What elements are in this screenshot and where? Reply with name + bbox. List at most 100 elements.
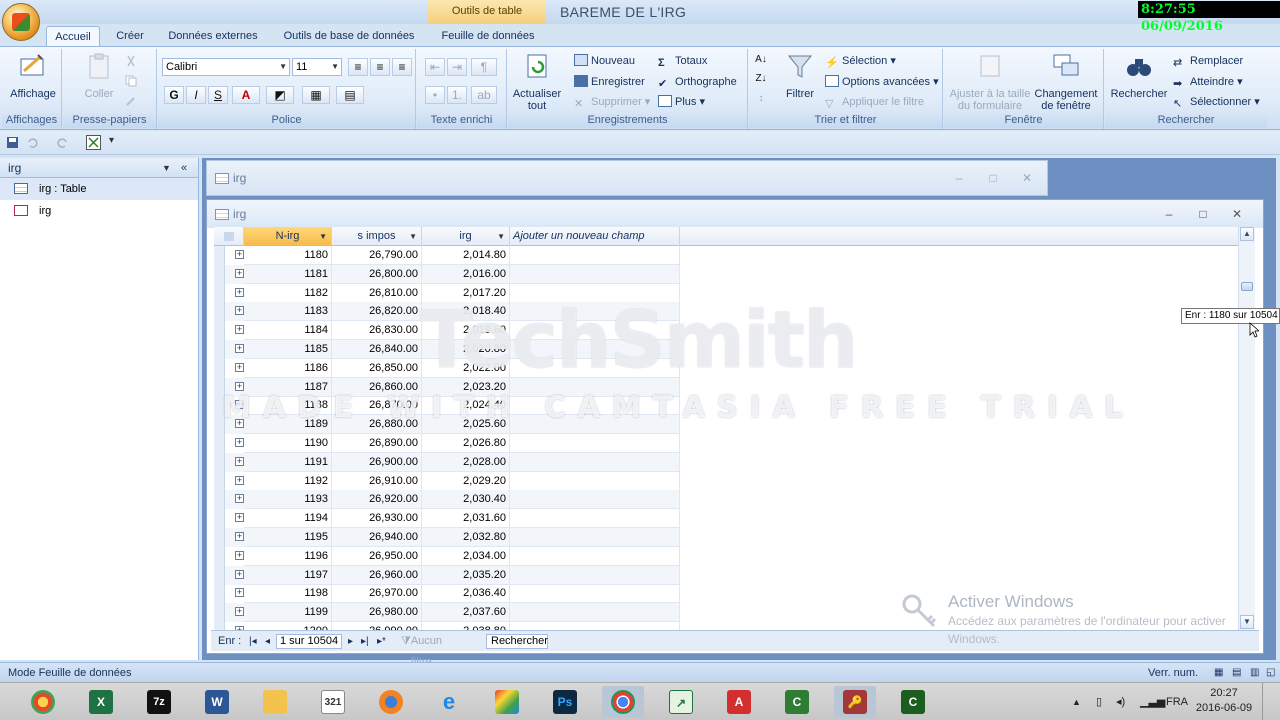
italic-button[interactable]: I [186,86,206,104]
plus-button[interactable]: Plus ▾ [658,93,705,111]
speaker-icon[interactable]: ◂) [1116,683,1125,720]
cell-new-field[interactable] [510,509,680,529]
cell-irg[interactable]: 2,031.60 [422,509,510,529]
expand-row-icon[interactable]: + [235,494,244,504]
taskbar-app-7zip[interactable]: 7z [138,686,180,718]
cell-s-impos[interactable]: 26,800.00 [332,264,422,284]
expand-row-icon[interactable]: + [235,550,244,560]
cell-n-irg[interactable]: 1184 [244,321,332,341]
cell-new-field[interactable] [510,302,680,322]
cell-new-field[interactable] [510,490,680,510]
next-record-icon[interactable]: ▸ [348,631,353,652]
pivot-table-view-icon[interactable]: ▤ [1232,663,1241,683]
redo-icon[interactable] [56,136,69,149]
cell-s-impos[interactable]: 26,840.00 [332,340,422,359]
gridlines-button[interactable]: ▦ [302,86,330,104]
cell-new-field[interactable] [510,603,680,623]
table-row[interactable]: +1194 26,930.00 2,031.60 [214,509,680,529]
save-icon[interactable] [6,136,19,149]
font-size-select[interactable]: 11 ▼ [292,58,342,76]
cell-irg[interactable]: 2,017.20 [422,283,510,303]
taskbar-app-access[interactable]: 🔑 [834,686,876,718]
expand-row-icon[interactable]: + [235,344,244,353]
cell-s-impos[interactable]: 26,790.00 [332,246,422,265]
cell-irg[interactable]: 2,029.20 [422,471,510,491]
cell-n-irg[interactable]: 1196 [244,546,332,566]
cell-new-field[interactable] [510,321,680,341]
ajuster-taille-button[interactable]: Ajuster à la taille du formulaire [946,51,1034,112]
cell-s-impos[interactable]: 26,980.00 [332,603,422,623]
cell-irg[interactable]: 2,022.00 [422,358,510,378]
bullets-button[interactable]: • [425,86,445,104]
row-selector[interactable] [214,528,225,547]
table-row[interactable]: +1184 26,830.00 2,019.60 [214,321,680,341]
close-icon[interactable]: ✕ [1227,200,1247,228]
table-row[interactable]: +1182 26,810.00 2,017.20 [214,283,680,303]
cut-icon[interactable] [125,55,137,67]
align-right-button[interactable]: ≡ [392,58,412,76]
expand-row-icon[interactable]: + [235,456,244,466]
cell-s-impos[interactable]: 26,900.00 [332,452,422,472]
chevron-down-icon[interactable]: ▼ [409,227,417,246]
decrease-indent-button[interactable]: ⇤ [425,58,445,76]
appliquer-filtre-button[interactable]: ▽ Appliquer le filtre [825,93,924,111]
cell-new-field[interactable] [510,471,680,491]
taskbar-app-chrome-alt[interactable] [22,686,64,718]
minimize-icon[interactable]: – [949,161,969,195]
network-icon[interactable]: ▁▃▅ [1140,683,1165,720]
orthographe-button[interactable]: ✔ Orthographe [658,73,737,91]
cell-n-irg[interactable]: 1191 [244,452,332,472]
fill-color-button[interactable]: ◩ [266,86,294,104]
cell-n-irg[interactable]: 1195 [244,528,332,547]
expand-row-icon[interactable]: + [235,287,244,297]
cell-n-irg[interactable]: 1194 [244,509,332,529]
selectionner-button[interactable]: ↖ Sélectionner ▾ [1173,93,1260,111]
table-row[interactable]: +1199 26,980.00 2,037.60 [214,603,680,623]
row-selector[interactable] [214,584,225,604]
expand-row-icon[interactable]: + [235,268,244,278]
expand-row-icon[interactable]: + [235,532,244,541]
table-row[interactable]: +1196 26,950.00 2,034.00 [214,546,680,566]
filter-status[interactable]: ⧩ Aucun filtre [401,631,442,668]
filter-toggle-icon[interactable] [86,135,101,150]
cell-irg[interactable]: 2,026.80 [422,434,510,453]
highlight-button[interactable]: ab [471,86,497,104]
expand-row-icon[interactable]: + [235,569,244,579]
options-avancees-button[interactable]: Options avancées ▾ [825,73,939,91]
table-row[interactable]: +1181 26,800.00 2,016.00 [214,264,680,284]
enregistrer-button[interactable]: Enregistrer [574,73,645,91]
close-icon[interactable]: ✕ [1017,161,1037,195]
undo-icon[interactable] [26,136,39,149]
cell-s-impos[interactable]: 26,810.00 [332,283,422,303]
show-desktop-button[interactable] [1262,683,1270,720]
table-row[interactable]: +1185 26,840.00 2,020.80 [214,340,680,359]
align-left-button[interactable]: ≡ [348,58,368,76]
row-selector[interactable] [214,490,225,510]
tab-donnees-externes[interactable]: Données externes [162,26,264,46]
column-header-add-field[interactable]: Ajouter un nouveau champ [510,227,680,246]
cell-new-field[interactable] [510,246,680,265]
cell-s-impos[interactable]: 26,940.00 [332,528,422,547]
cell-n-irg[interactable]: 1182 [244,283,332,303]
cell-s-impos[interactable]: 26,920.00 [332,490,422,510]
column-header-s-impos[interactable]: s impos ▼ [332,227,422,246]
taskbar-app-photoshop[interactable]: Ps [544,686,586,718]
taskbar-app-explorer[interactable] [254,686,296,718]
chevron-down-icon[interactable]: ▼ [162,158,171,178]
format-painter-icon[interactable] [125,95,137,107]
cell-new-field[interactable] [510,264,680,284]
scroll-down-icon[interactable]: ▼ [1240,615,1254,629]
vertical-scrollbar[interactable]: ▲ ▼ [1238,227,1255,631]
coller-button[interactable]: Coller [77,51,121,100]
cell-n-irg[interactable]: 1183 [244,302,332,322]
expand-row-icon[interactable]: + [235,325,244,335]
cell-irg[interactable]: 2,019.60 [422,321,510,341]
record-position-input[interactable]: 1 sur 10504 [276,634,343,649]
row-selector[interactable] [214,509,225,529]
expand-row-icon[interactable]: + [235,362,244,372]
table-row[interactable]: +1183 26,820.00 2,018.40 [214,302,680,322]
expand-row-icon[interactable]: + [235,475,244,485]
font-color-button[interactable]: A [232,86,260,104]
totaux-button[interactable]: Σ Totaux [658,52,707,70]
taskbar-app-acrobat[interactable]: A [718,686,760,718]
